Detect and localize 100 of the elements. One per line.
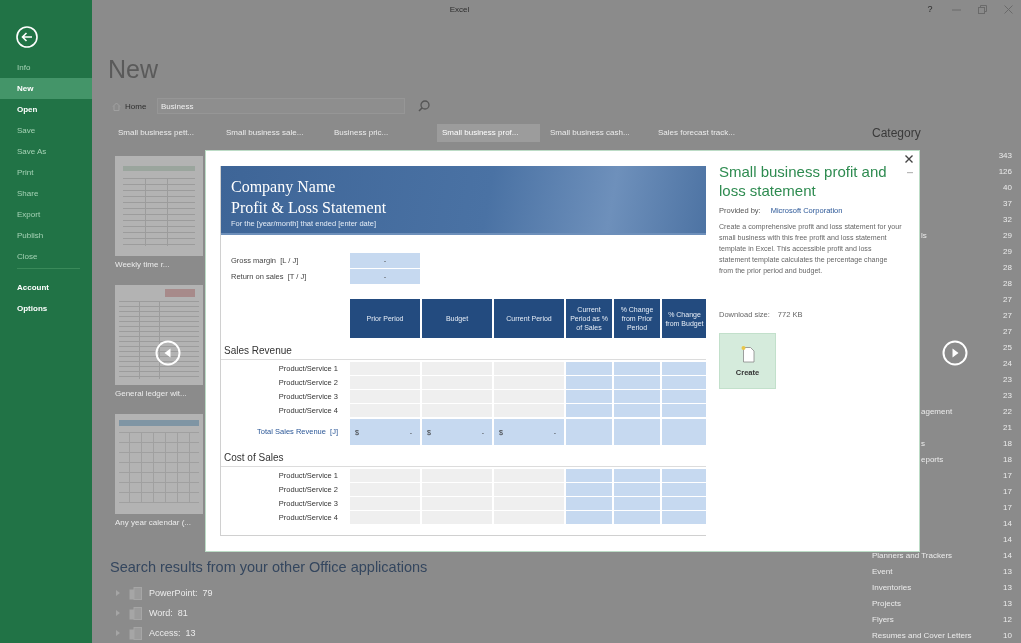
- app-name[interactable]: PowerPoint:: [149, 588, 198, 598]
- table-cell: [662, 469, 706, 482]
- table-cell: [614, 469, 660, 482]
- table-cell: [614, 511, 660, 524]
- table-cell: [566, 419, 612, 445]
- table-cell: [614, 483, 660, 496]
- table-cell: [614, 497, 660, 510]
- close-button[interactable]: [904, 154, 914, 164]
- template-name[interactable]: Small business sale...: [221, 124, 324, 142]
- table-cell: [566, 497, 612, 510]
- category-count: 10: [1003, 630, 1012, 642]
- category-count: 17: [1003, 470, 1012, 482]
- category-count: 22: [1003, 406, 1012, 418]
- category-heading: Category: [872, 125, 922, 142]
- table-cell: [566, 362, 612, 375]
- category-count: 37: [1003, 198, 1012, 210]
- sidebar-item[interactable]: Options: [0, 298, 92, 319]
- table-cell: [614, 404, 660, 417]
- section-heading: Search results from your other Office applications: [110, 558, 428, 577]
- restore-icon: [977, 4, 987, 14]
- category-count: 28: [1003, 278, 1012, 290]
- result-count: 81: [177, 608, 188, 618]
- category-count: 28: [1003, 262, 1012, 274]
- table-cell: [662, 419, 706, 445]
- section-title: Sales Revenue: [221, 341, 706, 360]
- document-icon: [129, 586, 142, 600]
- category-count: 27: [1003, 294, 1012, 306]
- sidebar-item[interactable]: New: [0, 78, 92, 99]
- template-thumbnail[interactable]: [115, 285, 203, 385]
- category-count: 343: [998, 150, 1012, 162]
- table-cell: [662, 390, 706, 403]
- help-button[interactable]: ?: [917, 0, 943, 18]
- template-name[interactable]: Small business cash...: [545, 124, 648, 142]
- category-count: 23: [1003, 374, 1012, 386]
- home-link[interactable]: Home: [112, 101, 157, 111]
- category-count: 29: [1003, 230, 1012, 242]
- template-name[interactable]: Any year calendar (...: [115, 518, 192, 527]
- table-cell: [662, 404, 706, 417]
- app-name[interactable]: Word:: [149, 608, 173, 618]
- template-thumbnail[interactable]: [115, 414, 203, 514]
- table-cell: [614, 362, 660, 375]
- category-count: 32: [1003, 214, 1012, 226]
- search-icon: [418, 100, 430, 112]
- template-name[interactable]: General ledger wit...: [115, 389, 187, 398]
- table-cell: [662, 362, 706, 375]
- category-count: 17: [1003, 486, 1012, 498]
- category-count: 14: [1003, 550, 1012, 562]
- dash-icon: [907, 172, 913, 174]
- table-cell: [566, 404, 612, 417]
- category-count: 29: [1003, 246, 1012, 258]
- category-name[interactable]: Planners and Trackers: [872, 548, 953, 564]
- category-count: 18: [1003, 454, 1012, 466]
- category-count: 13: [1003, 582, 1012, 594]
- table-cell: [566, 483, 612, 496]
- template-name[interactable]: Small business pett...: [113, 124, 216, 142]
- sidebar-item[interactable]: Account: [0, 277, 92, 298]
- search-field[interactable]: Business: [157, 98, 405, 114]
- table-cell: [662, 483, 706, 496]
- window-title: Excel: [448, 4, 471, 14]
- category-name[interactable]: Projects: [872, 596, 901, 612]
- category-count: 13: [1003, 598, 1012, 610]
- search-button[interactable]: [417, 99, 431, 113]
- close-icon: [1003, 4, 1013, 14]
- table-cell: [566, 390, 612, 403]
- table-cell: [566, 511, 612, 524]
- close-icon: [905, 155, 913, 163]
- template-title: Small business profit and loss statement: [719, 162, 888, 200]
- category-count: 17: [1003, 502, 1012, 514]
- table-cell: [662, 376, 706, 389]
- template-name[interactable]: Sales forecast track...: [653, 124, 756, 142]
- table-cell: [614, 376, 660, 389]
- category-count: 18: [1003, 438, 1012, 450]
- new-document-icon: [740, 345, 755, 363]
- category-name[interactable]: Flyers: [872, 612, 894, 628]
- category-count: 13: [1003, 566, 1012, 578]
- category-count: 12: [1003, 614, 1012, 626]
- category-count: 14: [1003, 518, 1012, 530]
- table-cell: [614, 390, 660, 403]
- app-name[interactable]: Access:: [149, 628, 181, 638]
- category-count: 126: [998, 166, 1012, 178]
- result-count: 79: [202, 588, 213, 598]
- section-title: Cost of Sales: [221, 448, 706, 467]
- company-name: Company Name: [231, 177, 337, 197]
- category-name[interactable]: Resumes and Cover Letters: [872, 628, 972, 643]
- template-name[interactable]: Small business prof...: [437, 124, 540, 142]
- category-count: 25: [1003, 342, 1012, 354]
- template-name[interactable]: Business pric...: [329, 124, 432, 142]
- category-count: 21: [1003, 422, 1012, 434]
- template-thumbnail[interactable]: [115, 156, 203, 256]
- result-count: 13: [185, 628, 196, 638]
- template-name[interactable]: Weekly time r...: [115, 260, 170, 269]
- table-cell: [662, 497, 706, 510]
- category-name[interactable]: Event: [872, 564, 893, 580]
- back-icon[interactable]: [16, 26, 38, 48]
- statement-title: Profit & Loss Statement: [231, 198, 388, 218]
- category-count: 14: [1003, 534, 1012, 546]
- category-name[interactable]: Inventories: [872, 580, 912, 596]
- table-cell: [566, 376, 612, 389]
- sidebar-item[interactable]: Open: [0, 99, 92, 120]
- document-icon: [129, 606, 142, 620]
